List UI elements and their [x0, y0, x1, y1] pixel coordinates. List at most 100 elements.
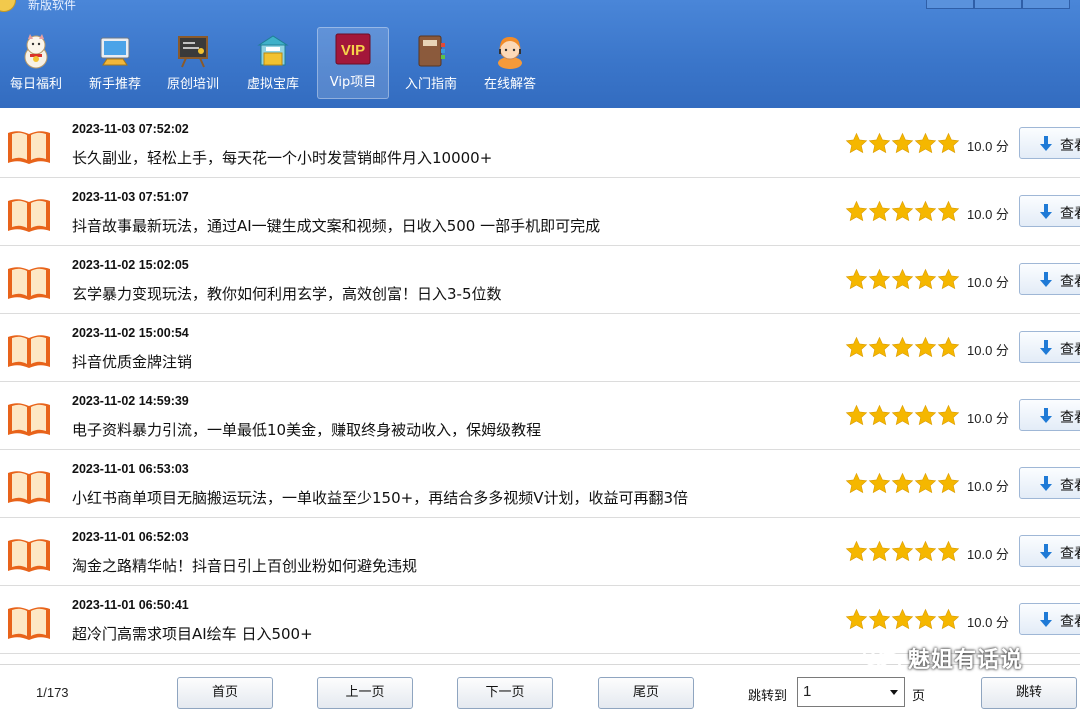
list-item[interactable]: 2023-11-01 06:53:03 小红书商单项目无脑搬运玩法，一单收益至少… [0, 450, 1080, 518]
star-icon [891, 268, 914, 291]
guide-book-icon [413, 33, 449, 69]
item-date: 2023-11-01 06:50:41 [72, 598, 189, 612]
star-icon [937, 268, 960, 291]
view-button[interactable]: 查看 [1019, 535, 1080, 567]
star-icon [937, 472, 960, 495]
item-date: 2023-11-03 07:52:02 [72, 122, 189, 136]
star-icon [868, 268, 891, 291]
item-date: 2023-11-02 14:59:39 [72, 394, 189, 408]
star-icon [845, 404, 868, 427]
item-title: 抖音故事最新玩法，通过AI一键生成文案和视频，日收入500 一部手机即可完成 [72, 217, 601, 235]
list-item[interactable]: 2023-11-02 15:02:05 玄学暴力变现玩法，教你如何利用玄学，高效… [0, 246, 1080, 314]
star-icon [891, 540, 914, 563]
page-select-value: 1 [803, 683, 812, 700]
download-arrow-icon [1040, 340, 1052, 356]
toolbar-item-label: 入门指南 [404, 77, 457, 92]
item-date: 2023-11-02 15:02:05 [72, 258, 189, 272]
list-item[interactable]: 2023-11-02 15:00:54 抖音优质金牌注销 10.0 分 查看 [0, 314, 1080, 382]
star-icon [868, 132, 891, 155]
prev-page-button[interactable]: 上一页 [317, 677, 413, 709]
item-score: 10.0 分 [967, 411, 1009, 426]
view-button[interactable]: 查看 [1019, 467, 1080, 499]
toolbar-item-label: Vip项目 [329, 75, 377, 90]
download-arrow-icon [1040, 136, 1052, 152]
star-icon [914, 540, 937, 563]
star-icon [937, 132, 960, 155]
toolbar-item-guide[interactable]: 入门指南 [396, 30, 466, 98]
star-icon [868, 540, 891, 563]
view-button[interactable]: 查看 [1019, 263, 1080, 295]
star-icon [937, 404, 960, 427]
list-item[interactable]: 2023-11-02 14:59:39 电子资料暴力引流，一单最低10美金，赚取… [0, 382, 1080, 450]
item-title: 淘金之路精华帖！抖音日引上百创业粉如何避免违规 [72, 557, 418, 575]
view-button-label: 查看 [1060, 410, 1080, 426]
view-button[interactable]: 查看 [1019, 195, 1080, 227]
item-title: 抖音优质金牌注销 [72, 353, 193, 371]
star-icon [891, 608, 914, 631]
star-icon [868, 404, 891, 427]
toolbar-item-training[interactable]: 原创培训 [158, 30, 228, 98]
star-icon [914, 268, 937, 291]
chevron-down-icon[interactable] [886, 680, 902, 704]
list-item[interactable]: 2023-11-01 06:52:03 淘金之路精华帖！抖音日引上百创业粉如何避… [0, 518, 1080, 586]
blackboard-icon [175, 33, 211, 69]
item-title: 超冷门高需求项目AI绘车 日入500+ [72, 625, 313, 643]
star-icon [868, 200, 891, 223]
star-icon [937, 540, 960, 563]
item-title: 长久副业，轻松上手，每天花一个小时发营销邮件月入10000+ [72, 149, 493, 167]
star-icon [845, 336, 868, 359]
watermark-text: 魅姐有话说 [908, 648, 1024, 673]
toolbar-item-vip[interactable]: VIP Vip项目 [317, 27, 389, 99]
star-icon [845, 132, 868, 155]
toolbar-item-online-help[interactable]: 在线解答 [475, 30, 545, 98]
lucky-cat-icon [18, 33, 54, 69]
minimize-button[interactable] [926, 0, 974, 9]
star-icon [914, 472, 937, 495]
view-button-label: 查看 [1060, 478, 1080, 494]
view-button[interactable]: 查看 [1019, 399, 1080, 431]
open-book-icon [6, 401, 52, 437]
download-arrow-icon [1040, 476, 1052, 492]
rating-stars [845, 608, 960, 632]
view-button[interactable]: 查看 [1019, 127, 1080, 159]
download-arrow-icon [1040, 272, 1052, 288]
star-icon [937, 200, 960, 223]
wechat-icon [862, 644, 902, 674]
rating-stars [845, 472, 960, 496]
open-book-icon [6, 197, 52, 233]
view-button[interactable]: 查看 [1019, 603, 1080, 635]
toolbar-item-daily-welfare[interactable]: 每日福利 [1, 30, 71, 98]
next-page-button[interactable]: 下一页 [457, 677, 553, 709]
list-item[interactable]: 2023-11-03 07:51:07 抖音故事最新玩法，通过AI一键生成文案和… [0, 178, 1080, 246]
item-score: 10.0 分 [967, 547, 1009, 562]
page-select[interactable]: 1 [797, 677, 905, 707]
svg-text:VIP: VIP [341, 42, 365, 59]
computer-icon [97, 33, 133, 69]
star-icon [845, 200, 868, 223]
vip-icon: VIP [335, 31, 371, 67]
star-icon [868, 608, 891, 631]
window-title: 新版软件 [28, 0, 77, 12]
star-icon [914, 608, 937, 631]
view-button-label: 查看 [1060, 614, 1080, 630]
close-button[interactable] [1022, 0, 1070, 9]
view-button[interactable]: 查看 [1019, 331, 1080, 363]
toolbar-item-treasury[interactable]: 虚拟宝库 [238, 30, 308, 98]
item-score: 10.0 分 [967, 139, 1009, 154]
customer-service-icon [492, 33, 528, 69]
toolbar-item-label: 新手推荐 [88, 77, 141, 92]
open-book-icon [6, 265, 52, 301]
rating-stars [845, 540, 960, 564]
list-item[interactable]: 2023-11-03 07:52:02 长久副业，轻松上手，每天花一个小时发营销… [0, 110, 1080, 178]
rating-stars [845, 336, 960, 360]
item-title: 小红书商单项目无脑搬运玩法，一单收益至少150+，再结合多多视频V计划，收益可再… [72, 489, 689, 507]
item-date: 2023-11-02 15:00:54 [72, 326, 189, 340]
maximize-button[interactable] [974, 0, 1022, 9]
open-book-icon [6, 537, 52, 573]
first-page-button[interactable]: 首页 [177, 677, 273, 709]
jump-button[interactable]: 跳转 [981, 677, 1077, 709]
toolbar-item-newbie[interactable]: 新手推荐 [80, 30, 150, 98]
main-toolbar: 每日福利 新手推荐 原创培训 虚拟宝库 VIP Vip项目 入门指南 在线解答 [0, 27, 560, 100]
last-page-button[interactable]: 尾页 [598, 677, 694, 709]
download-arrow-icon [1040, 544, 1052, 560]
